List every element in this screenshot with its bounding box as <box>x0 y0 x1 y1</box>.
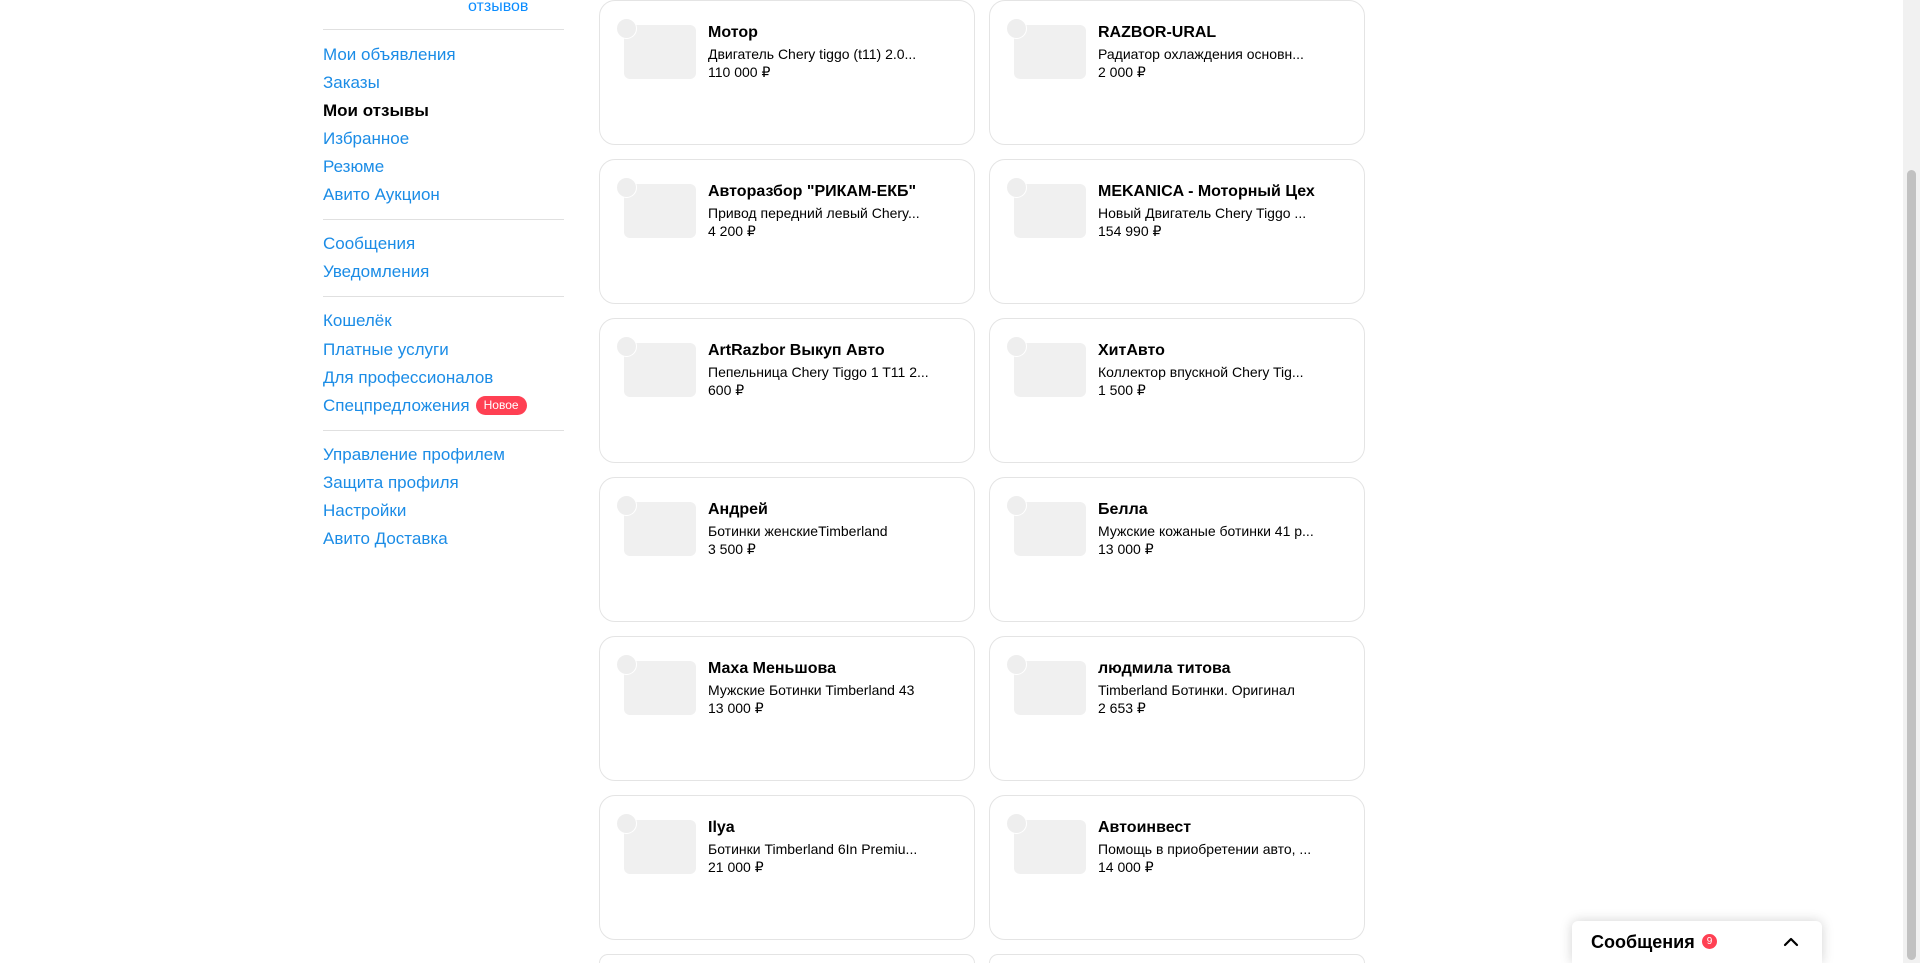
avatar <box>616 18 637 39</box>
item-title: Timberland Ботинки. Оригинал <box>1098 682 1295 698</box>
sidebar-item-for-professionals[interactable]: Для профессионалов <box>323 367 493 389</box>
new-badge: Новое <box>475 396 527 415</box>
item-title: Двигатель Chery tiggo (t11) 2.0... <box>708 46 917 62</box>
item-price: 4 200 ₽ <box>708 223 756 239</box>
review-card[interactable]: людмила титова Timberland Ботинки. Ориги… <box>989 636 1365 781</box>
seller-name: MEKANICA - Моторный Цех <box>1098 183 1315 200</box>
item-title: Коллектор впускной Chery Tig... <box>1098 364 1304 380</box>
item-title: Привод передний левый Chery... <box>708 205 920 221</box>
item-title: Ботинки Timberland 6In Premiu... <box>708 841 918 857</box>
item-title: Радиатор охлаждения основн... <box>1098 46 1304 62</box>
item-title: Пепельница Chery Tiggo 1 T11 2... <box>708 364 929 380</box>
review-card[interactable]: Белла Мужские кожаные ботинки 41 р... 13… <box>989 477 1365 622</box>
review-card[interactable] <box>989 954 1365 963</box>
seller-name: ArtRazbor Выкуп Авто <box>708 342 885 359</box>
chevron-up-icon[interactable] <box>1782 933 1800 951</box>
item-title: Новый Двигатель Chery Tiggo ... <box>1098 205 1307 221</box>
item-title: Мужские Ботинки Timberland 43 <box>708 682 915 698</box>
sidebar-item-wallet[interactable]: Кошелёк <box>323 310 392 332</box>
review-card[interactable]: RAZBOR-URAL Радиатор охлаждения основн..… <box>989 0 1365 145</box>
sidebar-divider <box>323 219 564 220</box>
item-price: 1 500 ₽ <box>1098 382 1146 398</box>
sidebar-item-notifications[interactable]: Уведомления <box>323 261 429 283</box>
sidebar-divider <box>323 29 564 30</box>
sidebar-item-my-ads[interactable]: Мои объявления <box>323 44 456 66</box>
seller-name: Белла <box>1098 501 1148 518</box>
seller-name: Автоинвест <box>1098 819 1192 836</box>
item-price: 600 ₽ <box>708 382 745 398</box>
seller-name: Мотор <box>708 24 758 41</box>
scrollbar[interactable] <box>1903 0 1920 963</box>
sidebar-item-profile-management[interactable]: Управление профилем <box>323 444 505 466</box>
seller-name: людмила титова <box>1098 660 1231 677</box>
sidebar-item-my-reviews[interactable]: Мои отзывы <box>323 100 429 122</box>
review-card[interactable] <box>599 954 975 963</box>
seller-name: Ilya <box>708 819 735 836</box>
avatar <box>1006 654 1027 675</box>
item-price: 13 000 ₽ <box>1098 541 1154 557</box>
item-title: Мужские кожаные ботинки 41 р... <box>1098 523 1314 539</box>
review-card[interactable]: Андрей Ботинки женскиеTimberland 3 500 ₽ <box>599 477 975 622</box>
review-card[interactable]: Автоинвест Помощь в приобретении авто, .… <box>989 795 1365 940</box>
messages-bar-label: Сообщения <box>1591 932 1695 952</box>
sidebar-item-avito-delivery[interactable]: Авито Доставка <box>323 528 448 550</box>
sidebar-item-favorites[interactable]: Избранное <box>323 128 409 150</box>
sidebar-divider <box>323 296 564 297</box>
sidebar-item-paid-services[interactable]: Платные услуги <box>323 339 449 361</box>
review-card[interactable]: Авторазбор "РИКАМ-ЕКБ" Привод передний л… <box>599 159 975 304</box>
sidebar-item-special-offers[interactable]: Спецпредложения Новое <box>323 395 527 417</box>
item-price: 154 990 ₽ <box>1098 223 1162 239</box>
reviews-count-link[interactable]: отзывов <box>468 0 528 16</box>
review-card[interactable]: Маха Меньшова Мужские Ботинки Timberland… <box>599 636 975 781</box>
item-price: 14 000 ₽ <box>1098 859 1154 875</box>
item-price: 110 000 ₽ <box>708 64 771 80</box>
avatar <box>1006 495 1027 516</box>
item-price: 2 653 ₽ <box>1098 700 1146 716</box>
seller-name: ХитАвто <box>1098 342 1165 359</box>
avatar <box>616 495 637 516</box>
item-price: 2 000 ₽ <box>1098 64 1146 80</box>
scrollbar-thumb[interactable] <box>1907 170 1916 960</box>
review-card[interactable]: Ilya Ботинки Timberland 6In Premiu... 21… <box>599 795 975 940</box>
messages-bar[interactable]: Сообщения 9 <box>1572 921 1822 963</box>
review-card[interactable]: Мотор Двигатель Chery tiggo (t11) 2.0...… <box>599 0 975 145</box>
item-price: 21 000 ₽ <box>708 859 764 875</box>
review-card[interactable]: MEKANICA - Моторный Цех Новый Двигатель … <box>989 159 1365 304</box>
avatar <box>616 654 637 675</box>
seller-name: Авторазбор "РИКАМ-ЕКБ" <box>708 183 917 200</box>
sidebar-item-avito-auction[interactable]: Авито Аукцион <box>323 184 440 206</box>
sidebar-item-profile-protection[interactable]: Защита профиля <box>323 472 459 494</box>
item-price: 13 000 ₽ <box>708 700 764 716</box>
item-title: Помощь в приобретении авто, ... <box>1098 841 1312 857</box>
sidebar-item-messages[interactable]: Сообщения <box>323 233 415 255</box>
seller-name: Андрей <box>708 501 768 518</box>
avatar <box>1006 18 1027 39</box>
sidebar-divider <box>323 430 564 431</box>
sidebar-item-label: Спецпредложения <box>323 396 470 415</box>
seller-name: Маха Меньшова <box>708 660 837 677</box>
sidebar-item-orders[interactable]: Заказы <box>323 72 380 94</box>
avatar <box>616 813 637 834</box>
review-card[interactable]: ArtRazbor Выкуп Авто Пепельница Chery Ti… <box>599 318 975 463</box>
seller-name: RAZBOR-URAL <box>1098 24 1217 41</box>
item-price: 3 500 ₽ <box>708 541 756 557</box>
avatar <box>1006 336 1027 357</box>
avatar <box>1006 813 1027 834</box>
sidebar-item-settings[interactable]: Настройки <box>323 500 406 522</box>
item-title: Ботинки женскиеTimberland <box>708 523 888 539</box>
review-card[interactable]: ХитАвто Коллектор впускной Chery Tig... … <box>989 318 1365 463</box>
sidebar-item-resume[interactable]: Резюме <box>323 156 384 178</box>
unread-count-badge: 9 <box>1702 934 1717 949</box>
avatar <box>616 177 637 198</box>
avatar <box>1006 177 1027 198</box>
avatar <box>616 336 637 357</box>
